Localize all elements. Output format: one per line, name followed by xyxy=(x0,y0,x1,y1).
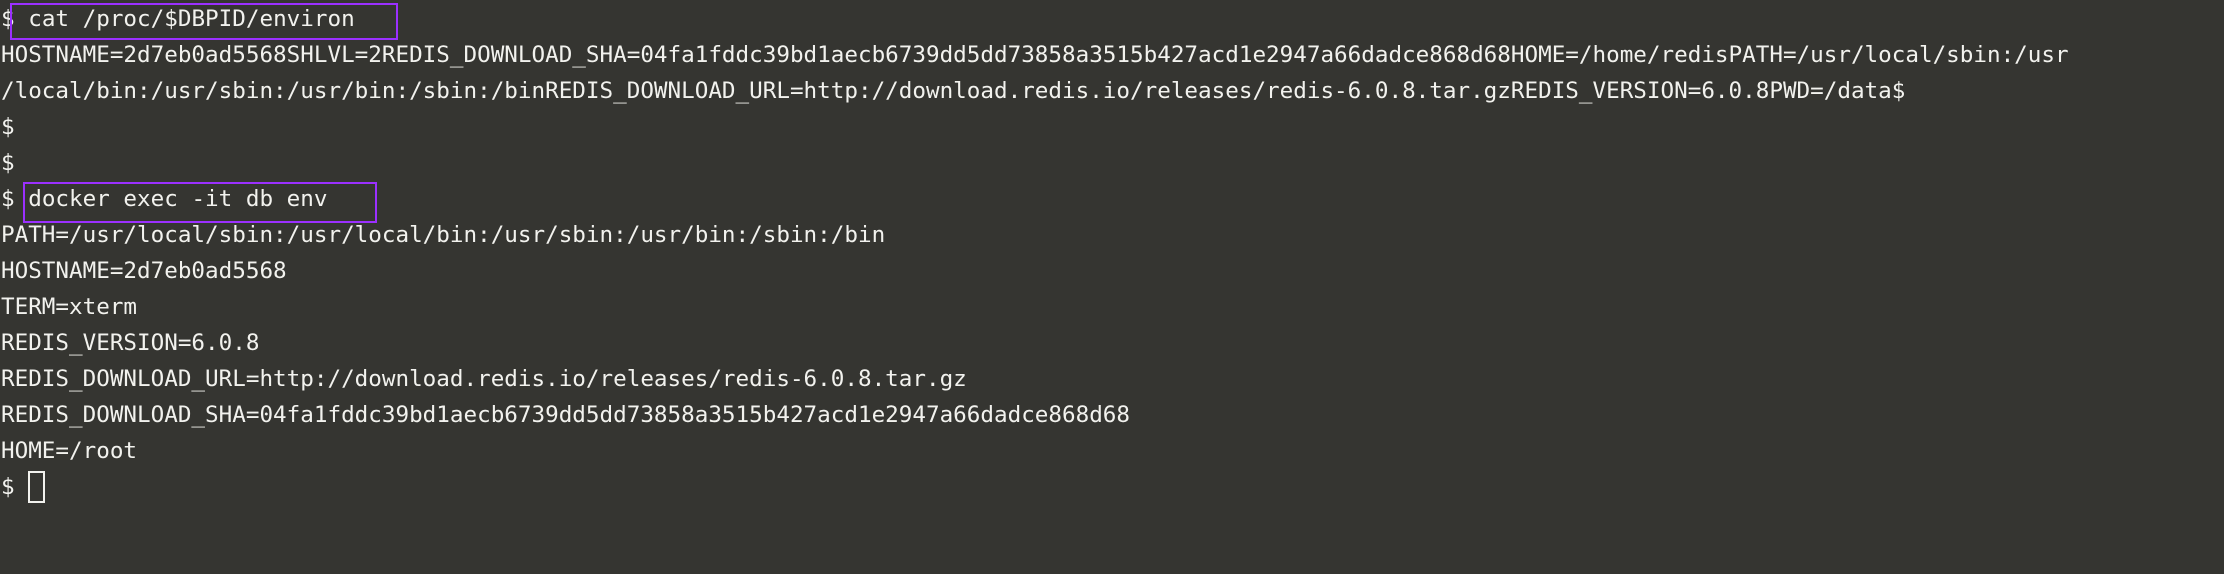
prompt-symbol: $ xyxy=(1,114,15,140)
output-text: HOSTNAME=2d7eb0ad5568 xyxy=(1,258,287,284)
output-text: REDIS_VERSION=6.0.8 xyxy=(1,330,260,356)
terminal-output-line: HOME=/root xyxy=(1,433,137,469)
command-highlight-box xyxy=(10,3,398,40)
output-text: TERM=xterm xyxy=(1,294,138,320)
output-text: HOSTNAME=2d7eb0ad5568SHLVL=2REDIS_DOWNLO… xyxy=(1,42,2069,68)
terminal-output-line: REDIS_DOWNLOAD_URL=http://download.redis… xyxy=(1,361,967,397)
terminal-empty-prompt-line: $ xyxy=(1,109,15,145)
output-text: /local/bin:/usr/sbin:/usr/bin:/sbin:/bin… xyxy=(1,78,1906,104)
prompt-symbol: $ xyxy=(1,150,15,176)
terminal-output-line: TERM=xterm xyxy=(1,289,137,325)
terminal-output-line: HOSTNAME=2d7eb0ad5568SHLVL=2REDIS_DOWNLO… xyxy=(1,37,2069,73)
cursor[interactable] xyxy=(28,471,45,503)
output-text: REDIS_DOWNLOAD_URL=http://download.redis… xyxy=(1,366,967,392)
output-text: HOME=/root xyxy=(1,438,138,464)
prompt-symbol: $ xyxy=(1,474,29,500)
terminal-output-line: REDIS_DOWNLOAD_SHA=04fa1fddc39bd1aecb673… xyxy=(1,397,1130,433)
terminal-window[interactable]: $ cat /proc/$DBPID/environ HOSTNAME=2d7e… xyxy=(0,0,2224,574)
command-highlight-box xyxy=(23,182,377,223)
terminal-output-line: REDIS_VERSION=6.0.8 xyxy=(1,325,259,361)
output-text: REDIS_DOWNLOAD_SHA=04fa1fddc39bd1aecb673… xyxy=(1,402,1131,428)
terminal-output-line: /local/bin:/usr/sbin:/usr/bin:/sbin:/bin… xyxy=(1,73,1905,109)
terminal-output-line: HOSTNAME=2d7eb0ad5568 xyxy=(1,253,287,289)
output-text: PATH=/usr/local/sbin:/usr/local/bin:/usr… xyxy=(1,222,886,248)
terminal-empty-prompt-line: $ xyxy=(1,145,15,181)
terminal-active-prompt-line[interactable]: $ xyxy=(1,469,28,505)
